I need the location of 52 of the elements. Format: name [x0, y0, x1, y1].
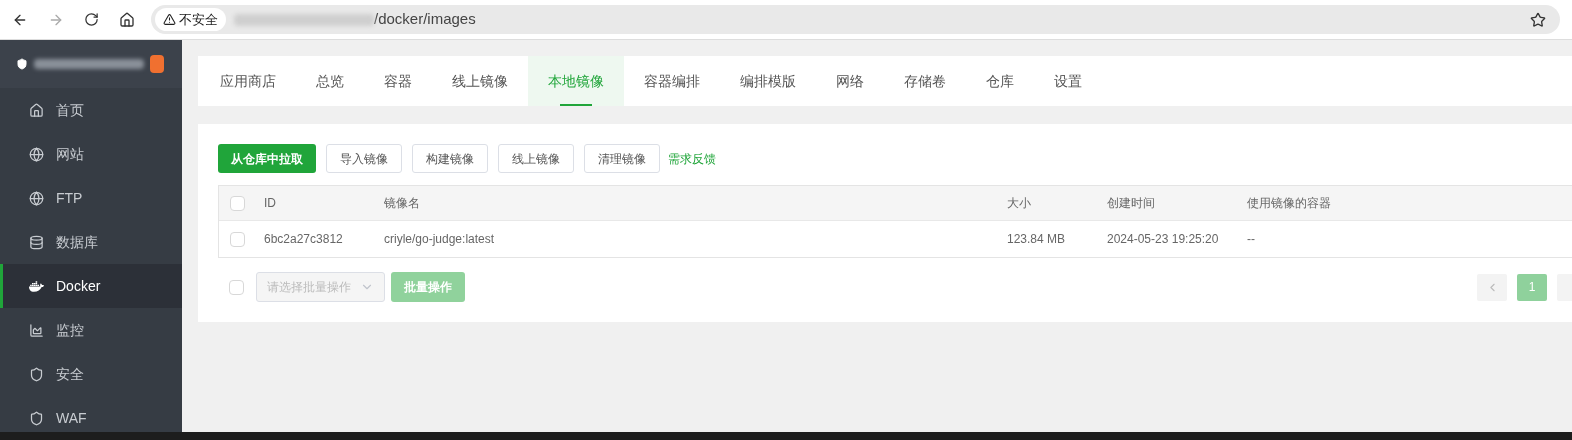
tab[interactable]: 仓库 [966, 56, 1034, 106]
sidebar-item[interactable]: 安全 [0, 352, 182, 396]
table-cell: 123.84 MB [1007, 232, 1066, 246]
home-icon[interactable] [119, 11, 135, 28]
badge [150, 55, 164, 73]
shield-icon [29, 410, 44, 426]
table-cell: -- [1247, 232, 1255, 246]
chart-icon [29, 322, 44, 338]
tab[interactable]: 存储卷 [884, 56, 966, 106]
tab[interactable]: 容器 [364, 56, 432, 106]
column-header: 大小 [1007, 196, 1031, 210]
column-header: 使用镜像的容器 [1247, 196, 1331, 210]
sidebar-item[interactable]: Docker [0, 264, 182, 308]
shield-icon [16, 57, 28, 71]
sidebar-item[interactable]: 网站 [0, 132, 182, 176]
sidebar-item[interactable]: WAF [0, 396, 182, 432]
whale-icon [29, 278, 44, 294]
url-text: /docker/images [374, 9, 476, 30]
bookmark-icon[interactable] [1530, 11, 1546, 28]
table-cell: 6bc2a27c3812 [264, 232, 343, 246]
address-bar[interactable]: 不安全 /docker/images [151, 5, 1560, 34]
table-cell: 2024-05-23 19:25:20 [1107, 232, 1219, 246]
globe-icon [29, 146, 44, 162]
globe-icon [29, 190, 44, 206]
sidebar-item[interactable]: 数据库 [0, 220, 182, 264]
sidebar-item[interactable]: 首页 [0, 88, 182, 132]
database-icon [29, 234, 44, 250]
toolbar-button[interactable]: 导入镜像 [326, 144, 402, 173]
shield-icon [29, 366, 44, 382]
home-icon [29, 102, 44, 118]
toolbar-button[interactable]: 清理镜像 [584, 144, 660, 173]
tab[interactable]: 容器编排 [624, 56, 720, 106]
table-cell: criyle/go-judge:latest [384, 232, 495, 246]
toolbar-button[interactable]: 线上镜像 [498, 144, 574, 173]
column-header: 创建时间 [1107, 196, 1155, 210]
checkbox[interactable] [230, 195, 245, 211]
column-header: ID [264, 196, 276, 210]
tab[interactable]: 设置 [1034, 56, 1102, 106]
toolbar-button[interactable]: 构建镜像 [412, 144, 488, 173]
tab[interactable]: 应用商店 [200, 56, 296, 106]
checkbox[interactable] [229, 279, 244, 295]
tab[interactable]: 总览 [296, 56, 364, 106]
sidebar-item[interactable]: 监控 [0, 308, 182, 352]
tab[interactable]: 编排模版 [720, 56, 816, 106]
checkbox[interactable] [230, 231, 245, 247]
column-header: 镜像名 [384, 196, 420, 210]
tab[interactable]: 线上镜像 [432, 56, 528, 106]
reload-icon[interactable] [84, 12, 99, 27]
sidebar-item[interactable]: FTP [0, 176, 182, 220]
security-badge[interactable]: 不安全 [155, 8, 226, 31]
tab[interactable]: 网络 [816, 56, 884, 106]
prev-page-button[interactable] [1477, 273, 1507, 301]
